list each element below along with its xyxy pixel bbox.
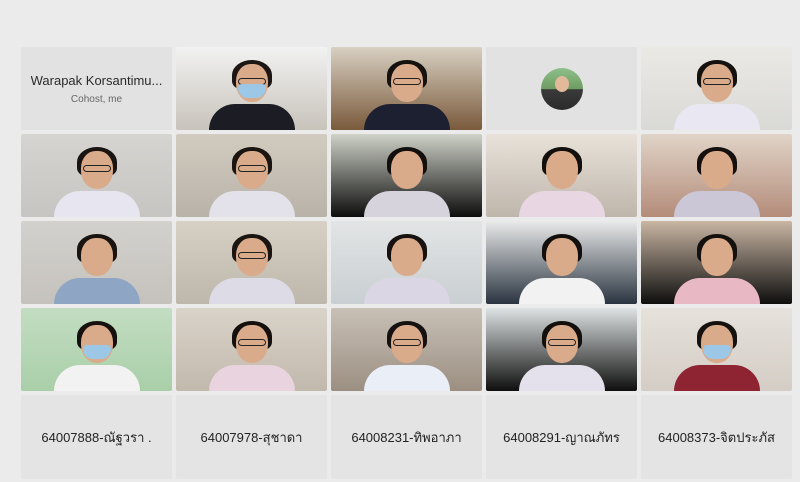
- torso: [518, 278, 605, 304]
- torso: [208, 191, 295, 217]
- participant-video-tile[interactable]: [21, 134, 172, 217]
- participant-role: Cohost, me: [70, 93, 123, 105]
- participant-video-tile[interactable]: [486, 134, 637, 217]
- face: [390, 238, 423, 276]
- participant-name: 64008373-จิตประภัส: [658, 429, 775, 445]
- torso: [673, 104, 760, 130]
- torso: [53, 191, 140, 217]
- participant-video: [42, 232, 152, 304]
- participant-video: [197, 319, 307, 391]
- participant-video-tile[interactable]: [641, 308, 792, 391]
- glasses: [702, 78, 731, 85]
- participant-video: [42, 319, 152, 391]
- participant-video: [662, 319, 772, 391]
- participant-video-tile[interactable]: [331, 134, 482, 217]
- glasses: [82, 165, 111, 172]
- glasses: [392, 339, 421, 346]
- torso: [363, 365, 450, 391]
- participant-tile-camera-off[interactable]: 64008231-ทิพอาภา: [331, 395, 482, 479]
- video-grid: Warapak Korsantimu... Cohost, me 64007888-…: [21, 47, 792, 479]
- torso: [363, 278, 450, 304]
- glasses: [547, 339, 576, 346]
- participant-name: Warapak Korsantimu...: [30, 72, 163, 88]
- participant-name: 64008231-ทิพอาภา: [351, 429, 462, 445]
- participant-video-tile[interactable]: [21, 221, 172, 304]
- glasses: [237, 252, 266, 259]
- torso: [363, 104, 450, 130]
- face-mask: [702, 345, 731, 359]
- participant-video-tile[interactable]: [641, 134, 792, 217]
- torso: [208, 365, 295, 391]
- torso: [53, 278, 140, 304]
- face-mask: [82, 345, 111, 359]
- participant-video-tile[interactable]: [486, 308, 637, 391]
- participant-video-tile[interactable]: [331, 221, 482, 304]
- torso: [673, 365, 760, 391]
- participant-video: [197, 145, 307, 217]
- participant-video: [662, 145, 772, 217]
- participant-tile-camera-off[interactable]: 64007888-ณัฐวรา .: [21, 395, 172, 479]
- participant-video: [352, 319, 462, 391]
- profile-picture: [540, 67, 583, 110]
- participant-video-tile[interactable]: [331, 308, 482, 391]
- torso: [673, 278, 760, 304]
- participant-video-tile[interactable]: [331, 47, 482, 130]
- torso: [673, 191, 760, 217]
- glasses: [392, 78, 421, 85]
- participant-video: [507, 232, 617, 304]
- participant-video: [662, 232, 772, 304]
- face: [80, 238, 113, 276]
- participant-name: 64008291-ญาณภัทร: [503, 429, 620, 445]
- face: [390, 151, 423, 189]
- participant-video: [352, 58, 462, 130]
- participant-video: [507, 145, 617, 217]
- participant-name: 64007978-สุชาดา: [200, 429, 303, 445]
- torso: [518, 365, 605, 391]
- participant-tile-avatar[interactable]: [486, 47, 637, 130]
- participant-name: 64007888-ณัฐวรา .: [41, 429, 152, 445]
- participant-video-tile[interactable]: [176, 308, 327, 391]
- participant-video: [197, 232, 307, 304]
- participant-video-tile[interactable]: [176, 221, 327, 304]
- torso: [208, 278, 295, 304]
- participant-tile-camera-off[interactable]: 64008373-จิตประภัส: [641, 395, 792, 479]
- participant-video: [352, 145, 462, 217]
- glasses: [237, 339, 266, 346]
- glasses: [237, 165, 266, 172]
- participant-video: [42, 145, 152, 217]
- participant-tile-camera-off[interactable]: 64008291-ญาณภัทร: [486, 395, 637, 479]
- torso: [518, 191, 605, 217]
- face: [545, 238, 578, 276]
- face: [700, 238, 733, 276]
- participant-tile-camera-off[interactable]: 64007978-สุชาดา: [176, 395, 327, 479]
- torso: [53, 365, 140, 391]
- face: [545, 151, 578, 189]
- participant-video: [507, 319, 617, 391]
- participant-video: [662, 58, 772, 130]
- participant-tile-self[interactable]: Warapak Korsantimu... Cohost, me: [21, 47, 172, 130]
- torso: [208, 104, 295, 130]
- participant-video-tile[interactable]: [486, 221, 637, 304]
- face: [700, 151, 733, 189]
- participant-video: [197, 58, 307, 130]
- participant-video-tile[interactable]: [641, 47, 792, 130]
- participant-video-tile[interactable]: [641, 221, 792, 304]
- participant-video-tile[interactable]: [176, 47, 327, 130]
- torso: [363, 191, 450, 217]
- participant-video-tile[interactable]: [176, 134, 327, 217]
- face-mask: [237, 84, 266, 98]
- participant-video-tile[interactable]: [21, 308, 172, 391]
- participant-video: [352, 232, 462, 304]
